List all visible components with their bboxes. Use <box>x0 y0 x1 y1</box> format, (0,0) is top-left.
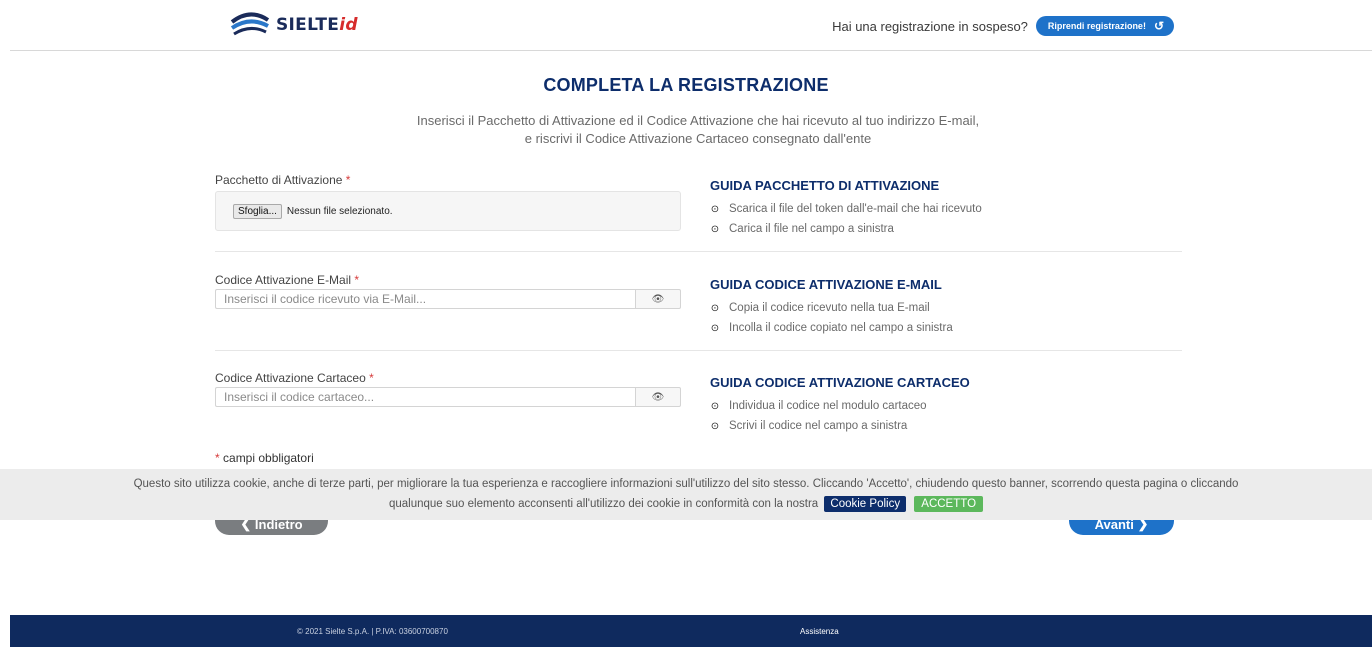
cookie-text-line2: qualunque suo elemento acconsenti all'ut… <box>0 494 1372 514</box>
cookie-banner: Questo sito utilizza cookie, anche di te… <box>0 469 1372 520</box>
chevron-circle-icon: ⊙ <box>710 223 720 235</box>
chevron-circle-icon: ⊙ <box>710 420 720 432</box>
cookie-accept-button[interactable]: ACCETTO <box>914 496 984 512</box>
email-code-input[interactable] <box>215 289 635 309</box>
guide-item: ⊙ Copia il codice ricevuto nella tua E-ma… <box>710 302 930 314</box>
email-code-guide: GUIDA CODICE ATTIVAZIONE E-MAIL ⊙ Copia i… <box>710 277 953 338</box>
footer: © 2021 Sielte S.p.A. | P.IVA: 0360070087… <box>10 615 1372 647</box>
divider <box>215 251 1182 252</box>
logo-waves-icon <box>230 12 270 36</box>
package-label: Pacchetto di Attivazione * <box>215 173 351 187</box>
page-title: COMPLETA LA REGISTRAZIONE <box>543 75 829 95</box>
paper-code-input-group: 👁 <box>215 387 681 407</box>
package-guide-title: GUIDA PACCHETTO DI ATTIVAZIONE <box>710 178 940 193</box>
intro-text: Inserisci il Pacchetto di Attivazione ed… <box>416 113 980 146</box>
package-section: Pacchetto di Attivazione * Sfoglia... Ne… <box>215 173 1182 235</box>
chevron-circle-icon: ⊙ <box>710 400 720 412</box>
browse-button[interactable]: Sfoglia... <box>233 203 282 219</box>
package-guide: GUIDA PACCHETTO DI ATTIVAZIONE ⊙ Scarica … <box>710 178 982 239</box>
chevron-circle-icon: ⊙ <box>710 203 720 215</box>
guide-item: ⊙ Individua il codice nel modulo cartaceo <box>710 400 927 412</box>
cookie-text-line1: Questo sito utilizza cookie, anche di te… <box>133 478 1239 490</box>
required-fields-note: * campi obbligatori <box>215 451 314 465</box>
header: SIELTEid Hai una registrazione in sospes… <box>10 0 1372 51</box>
footer-copyright: © 2021 Sielte S.p.A. | P.IVA: 0360070087… <box>297 627 448 636</box>
paper-code-guide-title: GUIDA CODICE ATTIVAZIONE CARTACEO <box>710 375 970 390</box>
file-status: Nessun file selezionato. <box>286 205 393 217</box>
eye-icon[interactable]: 👁 <box>635 387 681 407</box>
guide-item: ⊙ Incolla il codice copiato nel campo a s… <box>710 322 953 334</box>
cookie-policy-link[interactable]: Cookie Policy <box>824 496 907 512</box>
guide-item: ⊙ Carica il file nel campo a sinistra <box>710 223 894 235</box>
eye-icon[interactable]: 👁 <box>635 289 681 309</box>
logo-text: SIELTEid <box>276 15 358 35</box>
email-code-section: Codice Attivazione E-Mail * 👁 GUIDA CODI… <box>215 273 1182 334</box>
sielte-logo[interactable]: SIELTEid <box>230 10 358 40</box>
resume-registration-button[interactable]: Riprendi registrazione! ↺ <box>1035 16 1174 36</box>
paper-code-guide: GUIDA CODICE ATTIVAZIONE CARTACEO ⊙ Indiv… <box>710 375 970 436</box>
email-code-input-group: 👁 <box>215 289 681 309</box>
paper-code-label: Codice Attivazione Cartaceo * <box>215 371 374 385</box>
chevron-circle-icon: ⊙ <box>710 322 720 334</box>
divider <box>215 350 1182 351</box>
pending-registration: Hai una registrazione in sospeso? Ripren… <box>832 16 1174 36</box>
paper-code-input[interactable] <box>215 387 635 407</box>
refresh-icon: ↺ <box>1153 19 1164 33</box>
guide-item: ⊙ Scrivi il codice nel campo a sinistra <box>710 420 908 432</box>
assistance-link[interactable]: Assistenza <box>800 627 839 636</box>
guide-item: ⊙ Scarica il file del token dall'e-mail c… <box>710 203 982 215</box>
email-code-guide-title: GUIDA CODICE ATTIVAZIONE E-MAIL <box>710 277 942 292</box>
package-file-input[interactable]: Sfoglia... Nessun file selezionato. <box>215 191 681 231</box>
pending-text: Hai una registrazione in sospeso? <box>832 18 1028 34</box>
chevron-circle-icon: ⊙ <box>710 302 720 314</box>
email-code-label: Codice Attivazione E-Mail * <box>215 273 360 287</box>
paper-code-section: Codice Attivazione Cartaceo * 👁 GUIDA CO… <box>215 371 1182 432</box>
